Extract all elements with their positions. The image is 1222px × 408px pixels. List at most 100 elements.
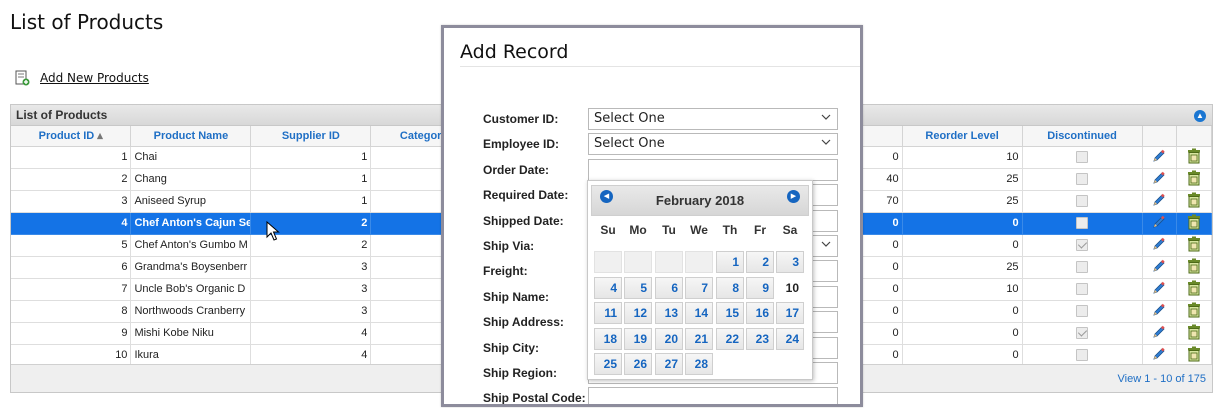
- column-header[interactable]: Product Name: [130, 126, 252, 147]
- discontinued-cell: [1022, 344, 1143, 367]
- empty-day-cell: [624, 251, 652, 273]
- add-record-icon: [14, 70, 30, 86]
- edit-pencil-icon[interactable]: [1151, 258, 1167, 274]
- empty-day-cell: [594, 251, 622, 273]
- supplier-id-cell: 3: [250, 278, 372, 301]
- discontinued-cell: [1022, 168, 1143, 191]
- discontinued-cell: [1022, 190, 1143, 213]
- delete-trash-icon[interactable]: [1186, 302, 1202, 318]
- calendar-day[interactable]: 18: [594, 327, 622, 350]
- calendar-day[interactable]: 5: [624, 276, 652, 299]
- column-header-label: Product Name: [153, 129, 229, 142]
- delete-trash-icon[interactable]: [1186, 214, 1202, 230]
- product-id-cell: 1: [11, 146, 132, 169]
- next-month-icon[interactable]: ▶: [787, 190, 800, 203]
- field-label: Ship Address:: [483, 315, 564, 330]
- edit-pencil-icon[interactable]: [1151, 192, 1167, 208]
- edit-cell: [1142, 344, 1178, 367]
- product-id-cell: 3: [11, 190, 132, 213]
- calendar-day[interactable]: 9: [746, 276, 774, 299]
- calendar-day[interactable]: 13: [655, 302, 683, 325]
- column-header-label: Discontinued: [1047, 129, 1117, 142]
- add-new-products-label: Add New Products: [40, 71, 149, 85]
- field-label: Freight:: [483, 264, 528, 279]
- calendar-day[interactable]: 6: [655, 276, 683, 299]
- delete-cell: [1176, 278, 1212, 301]
- calendar-day[interactable]: 11: [594, 302, 622, 325]
- delete-trash-icon[interactable]: [1186, 170, 1202, 186]
- column-header[interactable]: Supplier ID: [250, 126, 372, 147]
- delete-cell: [1176, 300, 1212, 323]
- text-field[interactable]: [588, 387, 838, 404]
- edit-column-header: [1142, 126, 1178, 147]
- edit-pencil-icon[interactable]: [1151, 214, 1167, 230]
- weekday-label: Mo: [629, 223, 647, 237]
- calendar-day[interactable]: 10: [776, 276, 804, 299]
- prev-month-icon[interactable]: ◀: [600, 190, 613, 203]
- collapse-grid-icon[interactable]: ▲: [1194, 110, 1206, 122]
- add-new-products-link[interactable]: Add New Products: [14, 70, 149, 86]
- discontinued-checkbox: [1076, 261, 1089, 274]
- reorder-level-cell: 25: [902, 256, 1023, 279]
- calendar-day[interactable]: 21: [685, 327, 713, 350]
- text-field[interactable]: [588, 158, 838, 181]
- calendar-day[interactable]: 8: [716, 276, 744, 299]
- delete-trash-icon[interactable]: [1186, 280, 1202, 296]
- edit-pencil-icon[interactable]: [1151, 280, 1167, 296]
- discontinued-checkbox: [1076, 173, 1089, 186]
- delete-trash-icon[interactable]: [1186, 148, 1202, 164]
- calendar-day[interactable]: 26: [624, 353, 652, 376]
- column-header[interactable]: Product ID ▴: [11, 126, 132, 147]
- column-header[interactable]: Reorder Level: [902, 126, 1023, 147]
- calendar-day[interactable]: 7: [685, 276, 713, 299]
- edit-pencil-icon[interactable]: [1151, 346, 1167, 362]
- delete-trash-icon[interactable]: [1186, 258, 1202, 274]
- calendar-day[interactable]: 2: [746, 251, 774, 273]
- delete-trash-icon[interactable]: [1186, 192, 1202, 208]
- calendar-day[interactable]: 12: [624, 302, 652, 325]
- calendar-day[interactable]: 23: [746, 327, 774, 350]
- supplier-id-cell: 1: [250, 146, 372, 169]
- calendar-day[interactable]: 27: [655, 353, 683, 376]
- discontinued-checkbox: [1076, 305, 1089, 318]
- reorder-level-cell: 0: [902, 300, 1023, 323]
- edit-pencil-icon[interactable]: [1151, 302, 1167, 318]
- calendar-day[interactable]: 14: [685, 302, 713, 325]
- supplier-id-cell: 4: [250, 344, 372, 367]
- discontinued-cell: [1022, 300, 1143, 323]
- calendar-day[interactable]: 22: [716, 327, 744, 350]
- select-field[interactable]: Select One: [588, 133, 838, 156]
- weekday-label: Sa: [782, 223, 798, 237]
- reorder-level-cell: 0: [902, 234, 1023, 257]
- calendar-day[interactable]: 1: [716, 251, 744, 273]
- edit-pencil-icon[interactable]: [1151, 236, 1167, 252]
- edit-pencil-icon[interactable]: [1151, 324, 1167, 340]
- delete-trash-icon[interactable]: [1186, 236, 1202, 252]
- discontinued-cell: [1022, 146, 1143, 169]
- delete-trash-icon[interactable]: [1186, 346, 1202, 362]
- calendar-day[interactable]: 20: [655, 327, 683, 350]
- weekday-label: We: [690, 223, 708, 237]
- calendar-day[interactable]: 17: [776, 302, 804, 325]
- column-header[interactable]: Discontinued: [1022, 126, 1143, 147]
- product-name-cell: Chef Anton's Cajun Se: [130, 212, 252, 235]
- calendar-day[interactable]: 15: [716, 302, 744, 325]
- edit-pencil-icon[interactable]: [1151, 170, 1167, 186]
- delete-trash-icon[interactable]: [1186, 324, 1202, 340]
- delete-cell: [1176, 190, 1212, 213]
- edit-cell: [1142, 256, 1178, 279]
- field-value: Select One: [594, 136, 665, 152]
- calendar-day[interactable]: 19: [624, 327, 652, 350]
- field-value: Select One: [594, 111, 665, 126]
- calendar-day[interactable]: 24: [776, 327, 804, 350]
- calendar-day[interactable]: 3: [776, 251, 804, 273]
- select-field[interactable]: Select One: [588, 108, 838, 130]
- delete-cell: [1176, 212, 1212, 235]
- calendar-day[interactable]: 28: [685, 353, 713, 376]
- supplier-id-cell: 4: [250, 322, 372, 345]
- calendar-day[interactable]: 16: [746, 302, 774, 325]
- calendar-day[interactable]: 25: [594, 353, 622, 376]
- edit-pencil-icon[interactable]: [1151, 148, 1167, 164]
- calendar-day[interactable]: 4: [594, 276, 622, 299]
- edit-cell: [1142, 212, 1178, 235]
